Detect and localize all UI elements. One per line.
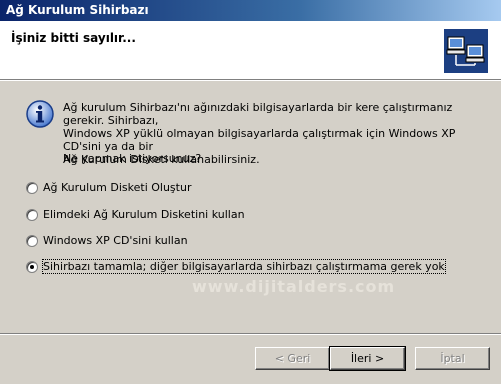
watermark: www.dijitalders.com — [192, 277, 396, 296]
radio-button[interactable] — [26, 181, 38, 194]
title-bar[interactable]: Ağ Kurulum Sihirbazı — [0, 0, 501, 21]
header-separator — [0, 79, 501, 81]
option-use-existing-disk[interactable]: Elimdeki Ağ Kurulum Disketini kullan — [26, 208, 245, 221]
option-create-disk[interactable]: Ağ Kurulum Disketi Oluştur — [26, 181, 191, 194]
option-finish-wizard[interactable]: Sihirbazı tamamla; diğer bilgisayarlarda… — [26, 259, 446, 274]
info-icon — [25, 99, 55, 129]
option-label: Sihirbazı tamamla; diğer bilgisayarlarda… — [42, 259, 446, 274]
next-button[interactable]: İleri > — [329, 346, 406, 371]
question-label: Ne yapmak istiyorsunuz? — [63, 152, 202, 165]
wizard-header: İşiniz bitti sayılır... — [0, 21, 501, 79]
cancel-button[interactable]: İptal — [415, 347, 490, 370]
option-use-windows-cd[interactable]: Windows XP CD'sini kullan — [26, 234, 188, 247]
radio-button[interactable] — [26, 234, 38, 247]
radio-button-selected[interactable] — [26, 260, 38, 273]
page-title: İşiniz bitti sayılır... — [11, 31, 136, 45]
option-label: Ağ Kurulum Disketi Oluştur — [43, 181, 192, 194]
info-line: Windows XP yüklü olmayan bilgisayarlarda… — [63, 127, 456, 153]
network-computers-icon — [444, 29, 488, 73]
radio-button[interactable] — [26, 208, 38, 221]
info-line: Ağ kurulum Sihirbazı'nı ağınızdaki bilgi… — [63, 101, 453, 127]
option-label: Elimdeki Ağ Kurulum Disketini kullan — [43, 208, 245, 221]
back-button[interactable]: < Geri — [255, 347, 330, 370]
window-title: Ağ Kurulum Sihirbazı — [6, 3, 149, 17]
footer-separator — [0, 333, 501, 335]
option-label: Windows XP CD'sini kullan — [43, 234, 188, 247]
